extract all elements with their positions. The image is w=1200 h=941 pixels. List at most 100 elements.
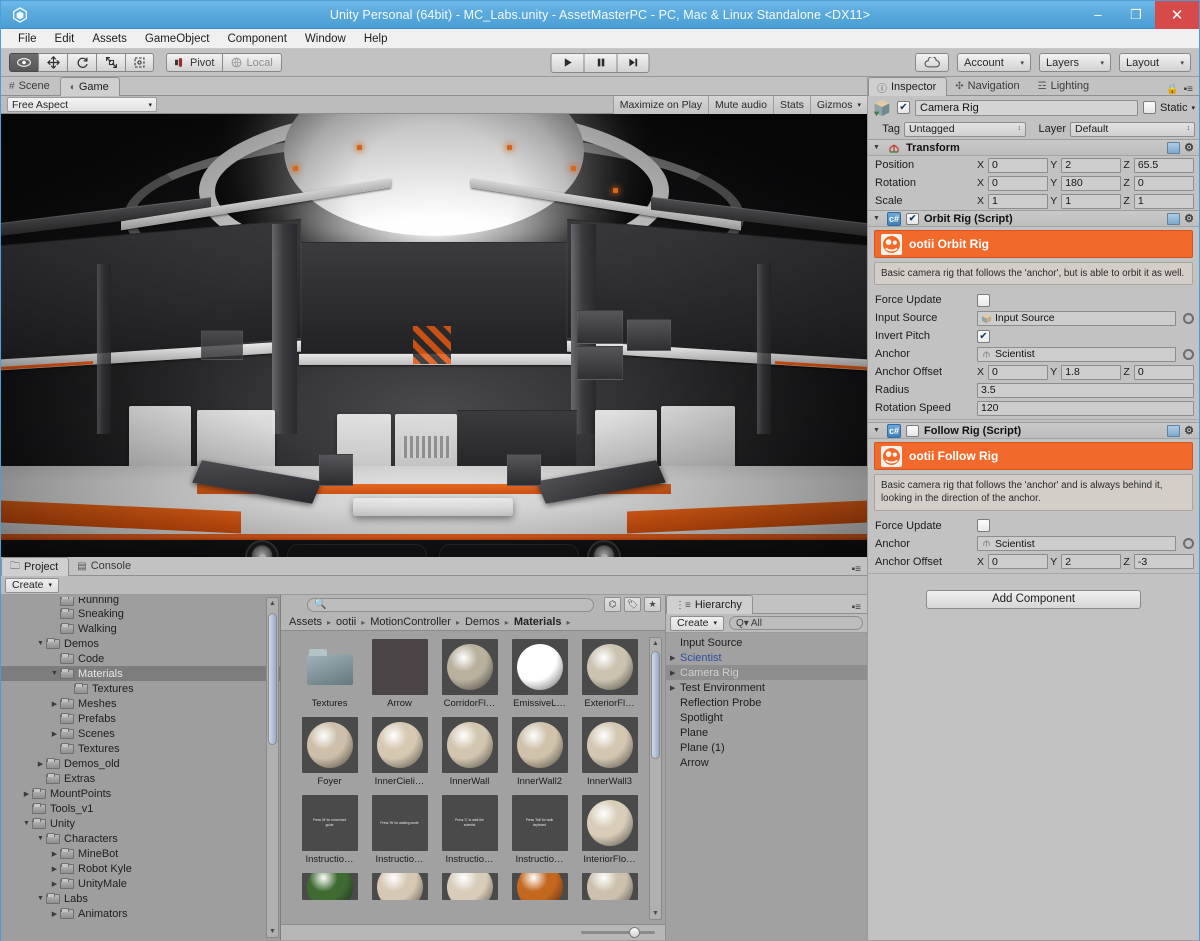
foldout-open-icon[interactable]: ▼ xyxy=(35,895,46,902)
asset-item[interactable]: Textures xyxy=(295,639,364,709)
asset-item[interactable]: EmissiveL… xyxy=(505,639,574,709)
hamburger-menu-icon[interactable]: ▪≡ xyxy=(1184,84,1193,95)
asset-item[interactable]: InteriorFlo… xyxy=(575,795,644,865)
project-tree-item[interactable]: Extras xyxy=(1,771,280,786)
help-book-icon[interactable] xyxy=(1167,424,1181,437)
project-tree-item[interactable]: ▼ Characters xyxy=(1,831,280,846)
gear-icon[interactable]: ⚙ xyxy=(1184,141,1194,154)
transform-position-y[interactable]: 2 xyxy=(1061,157,1122,173)
foldout-closed-icon[interactable]: ▶ xyxy=(670,654,680,662)
aspect-ratio-dropdown[interactable]: Free Aspect ▾ xyxy=(7,97,157,112)
project-tree-item[interactable]: Prefabs xyxy=(1,711,280,726)
project-tree-item[interactable]: Textures xyxy=(1,741,280,756)
menu-file[interactable]: File xyxy=(9,29,46,49)
asset-item[interactable]: InnerCieli… xyxy=(365,717,434,787)
property-text-input[interactable]: 3.5 xyxy=(977,382,1194,398)
property-text-input[interactable]: 120 xyxy=(977,400,1194,416)
maximize-on-play-toggle[interactable]: Maximize on Play xyxy=(612,95,708,114)
asset-item[interactable]: Press 'C' to walk the scientist Instructi… xyxy=(435,795,504,865)
static-toggle[interactable]: Static ▾ xyxy=(1142,101,1195,114)
foldout-closed-icon[interactable]: ▶ xyxy=(35,760,46,768)
move-tool-button[interactable] xyxy=(38,53,67,72)
gizmos-dropdown[interactable]: Gizmos ▾ xyxy=(809,95,867,114)
hierarchy-item[interactable]: Input Source xyxy=(666,635,867,650)
foldout-open-icon[interactable]: ▼ xyxy=(35,640,46,647)
foldout-open-icon[interactable]: ▼ xyxy=(49,670,60,677)
asset-grid-scroll[interactable]: Textures Arrow CorridorFl… EmissiveL… Exteri… xyxy=(281,631,665,924)
tab-lighting[interactable]: ☲ Lighting xyxy=(1030,77,1100,95)
project-tree-item[interactable]: ▶ MountPoints xyxy=(1,786,280,801)
asset-item[interactable] xyxy=(435,873,504,903)
component-enabled-checkbox[interactable] xyxy=(906,424,919,437)
transform-rotation-x[interactable]: 0 xyxy=(988,175,1049,191)
asset-item[interactable]: CorridorFl… xyxy=(435,639,504,709)
foldout-closed-icon[interactable]: ▶ xyxy=(49,700,60,708)
foldout-arrow-icon[interactable]: ▼ xyxy=(873,215,882,222)
asset-item[interactable]: InnerWall3 xyxy=(575,717,644,787)
lock-icon[interactable]: 🔒 xyxy=(1166,84,1178,95)
tag-dropdown[interactable]: Untagged ↕ xyxy=(904,121,1026,137)
tab-hierarchy[interactable]: ⋮≡ Hierarchy xyxy=(666,595,753,614)
component-enabled-checkbox[interactable]: ✔ xyxy=(906,212,919,225)
transform-position-z[interactable]: 65.5 xyxy=(1133,157,1195,173)
project-tree-item[interactable]: ▼ Labs xyxy=(1,891,280,906)
property-checkbox[interactable] xyxy=(977,519,990,533)
menu-component[interactable]: Component xyxy=(218,29,295,49)
rotate-tool-button[interactable] xyxy=(67,53,96,72)
foldout-closed-icon[interactable]: ▶ xyxy=(49,880,60,888)
hierarchy-item[interactable]: Reflection Probe xyxy=(666,695,867,710)
project-tree-item[interactable]: ▶ Meshes xyxy=(1,696,280,711)
layer-dropdown[interactable]: Default ↕ xyxy=(1070,121,1195,137)
object-picker-icon[interactable] xyxy=(1183,538,1194,550)
project-create-button[interactable]: Create ▾ xyxy=(5,577,60,593)
foldout-arrow-icon[interactable]: ▼ xyxy=(873,427,882,434)
project-tree-item[interactable]: ▶ Animators xyxy=(1,906,280,921)
property-checkbox[interactable]: ✔ xyxy=(977,329,990,343)
asset-item[interactable] xyxy=(505,873,574,903)
breadcrumb-item[interactable]: Demos xyxy=(465,616,500,628)
favorite-star-icon[interactable]: ★ xyxy=(644,597,661,612)
project-tree-item[interactable]: ▶ Scenes xyxy=(1,726,280,741)
foldout-open-icon[interactable]: ▼ xyxy=(21,820,32,827)
scroll-down-icon[interactable]: ▼ xyxy=(652,908,659,919)
static-checkbox[interactable] xyxy=(1142,101,1156,114)
game-view-render[interactable]: ...Y PERSONNEL ONLY AUTHORIZED PERSONNEL xyxy=(1,114,867,557)
account-dropdown[interactable]: Account ▾ xyxy=(957,53,1031,72)
project-tree-item[interactable]: Running xyxy=(1,597,280,606)
hierarchy-create-button[interactable]: Create ▾ xyxy=(670,615,725,631)
stats-toggle[interactable]: Stats xyxy=(772,95,810,114)
help-book-icon[interactable] xyxy=(1167,141,1181,154)
layers-dropdown[interactable]: Layers ▾ xyxy=(1039,53,1111,72)
foldout-closed-icon[interactable]: ▶ xyxy=(670,669,680,677)
filter-label-icon[interactable]: 🏷 xyxy=(624,597,641,612)
object-reference-field[interactable]: Input Source xyxy=(977,310,1176,326)
pause-button[interactable] xyxy=(583,52,617,73)
hierarchy-item[interactable]: ▶ Scientist xyxy=(666,650,867,665)
gameobject-name-input[interactable]: Camera Rig xyxy=(915,99,1138,116)
project-tree-scrollbar[interactable]: ▲ ▼ xyxy=(266,597,279,938)
hierarchy-list[interactable]: Input Source ▶ Scientist ▶ Camera Rig ▶ Test E… xyxy=(666,633,867,940)
project-tree-item[interactable]: ▼ Demos xyxy=(1,636,280,651)
menu-window[interactable]: Window xyxy=(296,29,355,49)
object-picker-icon[interactable] xyxy=(1183,312,1194,324)
transform-scale-z[interactable]: 1 xyxy=(1133,193,1195,209)
foldout-closed-icon[interactable]: ▶ xyxy=(49,910,60,918)
transform-position-x[interactable]: 0 xyxy=(988,157,1049,173)
breadcrumb-item[interactable]: Assets xyxy=(289,616,322,628)
breadcrumb-item[interactable]: ootii xyxy=(336,616,356,628)
step-button[interactable] xyxy=(616,52,650,73)
project-tree-item[interactable]: ▶ UnityMale xyxy=(1,876,280,891)
foldout-closed-icon[interactable]: ▶ xyxy=(49,850,60,858)
hierarchy-item[interactable]: Plane (1) xyxy=(666,740,867,755)
project-tree-item[interactable]: ▼ Unity xyxy=(1,816,280,831)
filter-type-icon[interactable]: ⌬ xyxy=(604,597,621,612)
scroll-down-icon[interactable]: ▼ xyxy=(269,926,276,937)
project-tree-item[interactable]: Walking xyxy=(1,621,280,636)
tab-project[interactable]: 🗀 Project xyxy=(1,557,70,576)
hierarchy-item[interactable]: Spotlight xyxy=(666,710,867,725)
add-component-button[interactable]: Add Component xyxy=(926,589,1141,609)
tab-scene[interactable]: # Scene xyxy=(1,77,60,95)
mute-audio-toggle[interactable]: Mute audio xyxy=(708,95,773,114)
scale-tool-button[interactable] xyxy=(96,53,125,72)
play-button[interactable] xyxy=(550,52,584,73)
